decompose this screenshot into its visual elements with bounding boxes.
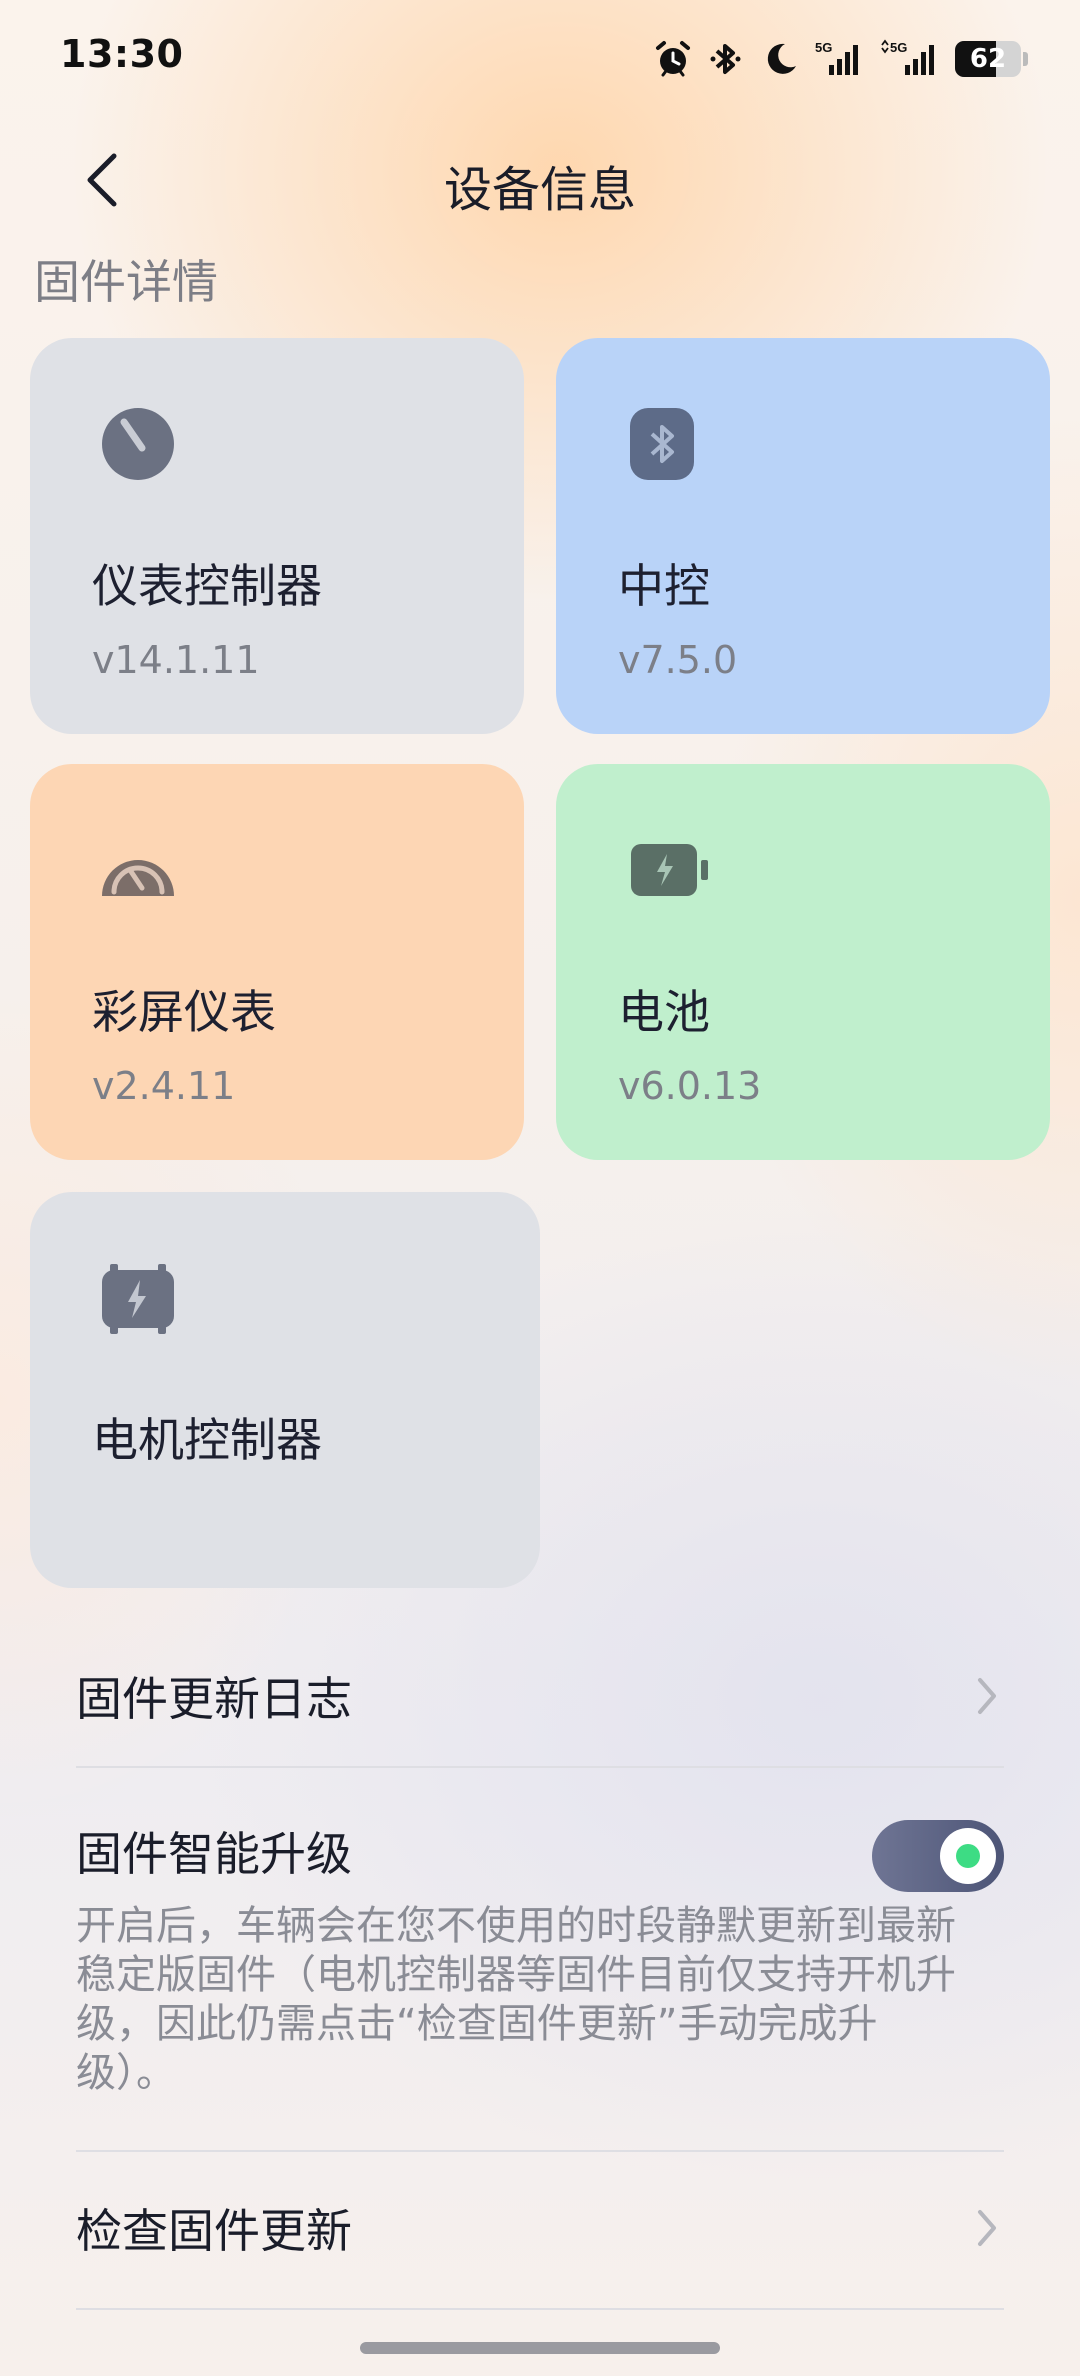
- firmware-update-log-label: 固件更新日志: [76, 1672, 352, 1726]
- firmware-card-battery[interactable]: 电池 v6.0.13: [556, 764, 1050, 1160]
- moon-icon: [767, 43, 796, 74]
- firmware-card-name: 电池: [618, 985, 710, 1039]
- battery-bolt-icon: [631, 844, 708, 896]
- status-bar: 13:30 5G 5G 62: [0, 0, 1080, 118]
- firmware-card-version: v6.0.13: [618, 1064, 762, 1108]
- firmware-update-log-row[interactable]: 固件更新日志: [76, 1640, 1004, 1752]
- divider: [76, 1766, 1004, 1768]
- divider: [76, 2308, 1004, 2310]
- firmware-card-name: 中控: [618, 559, 710, 613]
- firmware-card-name: 仪表控制器: [92, 559, 322, 613]
- divider: [76, 2150, 1004, 2152]
- signal-5g-icon: 5G: [881, 39, 934, 75]
- firmware-card-version: v7.5.0: [618, 638, 738, 682]
- firmware-card-color-display[interactable]: 彩屏仪表 v2.4.11: [30, 764, 524, 1160]
- smart-upgrade-description: 开启后，车辆会在您不使用的时段静默更新到最新稳定版固件（电机控制器等固件目前仅支…: [76, 1903, 956, 2096]
- motor-bolt-icon: [102, 1264, 174, 1334]
- chevron-right-icon: [978, 2210, 996, 2246]
- section-title-firmware: 固件详情: [34, 255, 218, 309]
- battery-icon: 62: [955, 41, 1028, 77]
- gauge-needle-icon: [102, 408, 174, 480]
- speedometer-icon: [102, 860, 174, 896]
- status-time: 13:30: [60, 32, 184, 76]
- alarm-icon: [656, 41, 690, 77]
- toggle-on-indicator: [956, 1844, 980, 1868]
- smart-upgrade-label: 固件智能升级: [76, 1827, 352, 1881]
- status-icons: 5G 5G 62: [653, 36, 1028, 82]
- chevron-right-icon: [978, 1678, 996, 1714]
- bluetooth-icon: [630, 408, 694, 480]
- network-label-1: 5G: [815, 40, 832, 55]
- firmware-card-version: v2.4.11: [92, 1064, 236, 1108]
- firmware-card-motor-controller[interactable]: 电机控制器: [30, 1192, 540, 1588]
- smart-upgrade-row: 固件智能升级 开启后，车辆会在您不使用的时段静默更新到最新稳定版固件（电机控制器…: [76, 1818, 1004, 2098]
- network-label-2: 5G: [890, 40, 907, 55]
- check-firmware-update-row[interactable]: 检查固件更新: [76, 2172, 1004, 2284]
- battery-level: 62: [969, 44, 1007, 74]
- check-firmware-update-label: 检查固件更新: [76, 2204, 352, 2258]
- firmware-card-version: v14.1.11: [92, 638, 260, 682]
- firmware-card-central-control[interactable]: 中控 v7.5.0: [556, 338, 1050, 734]
- firmware-card-name: 彩屏仪表: [92, 985, 276, 1039]
- firmware-card-name: 电机控制器: [92, 1413, 322, 1467]
- firmware-card-instrument-controller[interactable]: 仪表控制器 v14.1.11: [30, 338, 524, 734]
- page-title: 设备信息: [443, 162, 636, 218]
- smart-upgrade-toggle[interactable]: [872, 1820, 1004, 1892]
- bluetooth-icon: [710, 44, 741, 74]
- signal-5g-icon: 5G: [815, 40, 858, 75]
- home-indicator[interactable]: [360, 2342, 720, 2354]
- toggle-knob: [940, 1828, 996, 1884]
